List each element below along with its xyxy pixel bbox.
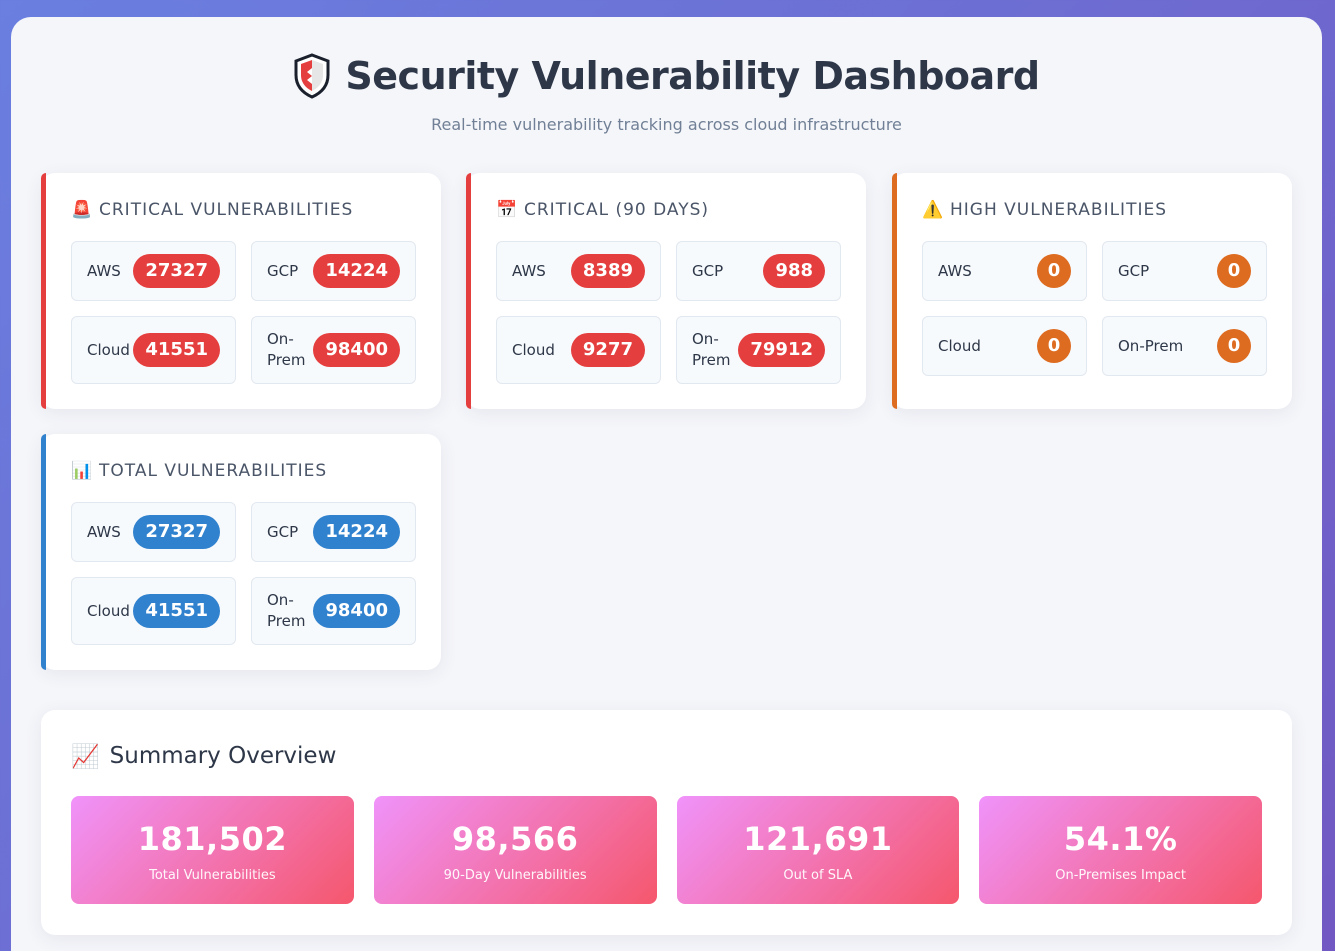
card-title: ⚠️ High Vulnerabilities	[922, 199, 1268, 221]
stat-90-day-vulnerabilities: 98,566 90-Day Vulnerabilities	[373, 796, 657, 904]
metric-gcp: GCP 14224	[251, 241, 416, 301]
shield-icon	[293, 53, 331, 99]
metric-label: GCP	[1118, 261, 1150, 280]
metric-badge: 98400	[313, 333, 400, 367]
card-title-label: High Vulnerabilities	[950, 200, 1168, 220]
high-vulnerabilities-card: ⚠️ High Vulnerabilities AWS 0 GCP 0 Clou…	[892, 173, 1292, 409]
metric-gcp: GCP 14224	[251, 502, 416, 562]
metric-label: Cloud	[87, 340, 130, 359]
stat-value: 181,502	[137, 820, 287, 858]
metric-label: AWS	[938, 261, 972, 280]
metric-badge: 41551	[133, 594, 220, 628]
metric-label: AWS	[87, 522, 121, 541]
metric-badge: 41551	[133, 333, 220, 367]
metric-cloud: Cloud 41551	[71, 316, 236, 384]
stat-on-premises-impact: 54.1% On-Premises Impact	[979, 796, 1262, 904]
metric-aws: AWS 27327	[71, 241, 236, 301]
metric-gcp: GCP 0	[1102, 241, 1267, 301]
metric-onprem: On-Prem 98400	[251, 577, 416, 645]
stat-caption: 90-Day Vulnerabilities	[443, 868, 587, 883]
metric-label: Cloud	[512, 340, 555, 359]
summary-title: 📈 Summary Overview	[71, 740, 1262, 772]
metric-onprem: On-Prem 0	[1102, 316, 1267, 376]
page-subtitle: Real-time vulnerability tracking across …	[431, 115, 902, 134]
card-title: 📅 Critical (90 Days)	[496, 199, 842, 221]
metric-label: On-Prem	[267, 330, 306, 369]
metric-badge: 98400	[313, 594, 400, 628]
metric-label: Cloud	[87, 601, 130, 620]
metric-label: GCP	[692, 261, 724, 280]
metric-gcp: GCP 988	[676, 241, 841, 301]
metric-label: GCP	[267, 261, 299, 280]
critical-90-days-card: 📅 Critical (90 Days) AWS 8389 GCP 988 Cl…	[466, 173, 866, 409]
metric-badge: 79912	[738, 333, 825, 367]
dashboard-container: Security Vulnerability Dashboard Real-ti…	[11, 17, 1322, 951]
metric-label: AWS	[512, 261, 546, 280]
card-title: 🚨 Critical Vulnerabilities	[71, 199, 417, 221]
bar-chart-icon: 📊	[71, 461, 94, 481]
metric-aws: AWS 27327	[71, 502, 236, 562]
metric-badge: 14224	[313, 254, 400, 288]
metric-aws: AWS 8389	[496, 241, 661, 301]
stat-value: 98,566	[451, 820, 579, 858]
metric-label: On-Prem	[692, 330, 731, 369]
metric-badge: 988	[763, 254, 825, 288]
metric-label: On-Prem	[1118, 336, 1184, 355]
metric-label: AWS	[87, 261, 121, 280]
card-title-label: Critical Vulnerabilities	[99, 200, 354, 220]
metric-badge: 0	[1217, 329, 1251, 363]
card-title: 📊 Total Vulnerabilities	[71, 460, 417, 482]
stat-value: 54.1%	[1063, 820, 1178, 858]
card-title-label: Critical (90 Days)	[524, 200, 710, 220]
metric-badge: 0	[1037, 254, 1071, 288]
stat-caption: On-Premises Impact	[1055, 868, 1186, 883]
metric-label: Cloud	[938, 336, 981, 355]
summary-overview-panel: 📈 Summary Overview 181,502 Total Vulnera…	[41, 710, 1292, 935]
metric-badge: 27327	[133, 515, 220, 549]
metric-aws: AWS 0	[922, 241, 1087, 301]
metric-badge: 8389	[570, 254, 645, 288]
critical-vulnerabilities-card: 🚨 Critical Vulnerabilities AWS 27327 GCP…	[41, 173, 441, 409]
metric-badge: 9277	[570, 333, 645, 367]
warning-icon: ⚠️	[922, 200, 945, 220]
metric-badge: 14224	[313, 515, 400, 549]
page-title: Security Vulnerability Dashboard	[345, 54, 1040, 98]
stat-caption: Total Vulnerabilities	[149, 868, 276, 883]
total-vulnerabilities-card: 📊 Total Vulnerabilities AWS 27327 GCP 14…	[41, 434, 441, 670]
stat-out-of-sla: 121,691 Out of SLA	[676, 796, 960, 904]
metric-cloud: Cloud 0	[922, 316, 1087, 376]
calendar-icon: 📅	[496, 200, 519, 220]
metric-onprem: On-Prem 79912	[676, 316, 841, 384]
metric-cloud: Cloud 9277	[496, 316, 661, 384]
metric-cloud: Cloud 41551	[71, 577, 236, 645]
stat-caption: Out of SLA	[783, 868, 853, 883]
metric-badge: 27327	[133, 254, 220, 288]
trend-chart-icon: 📈	[71, 743, 100, 770]
metric-label: GCP	[267, 522, 299, 541]
metric-label: On-Prem	[267, 591, 306, 630]
card-title-label: Total Vulnerabilities	[99, 461, 328, 481]
page-header: Security Vulnerability Dashboard Real-ti…	[11, 53, 1322, 134]
siren-icon: 🚨	[71, 200, 94, 220]
stat-total-vulnerabilities: 181,502 Total Vulnerabilities	[71, 796, 354, 904]
metric-onprem: On-Prem 98400	[251, 316, 416, 384]
metric-badge: 0	[1037, 329, 1071, 363]
summary-title-label: Summary Overview	[109, 743, 337, 769]
metric-badge: 0	[1217, 254, 1251, 288]
stat-value: 121,691	[743, 820, 893, 858]
